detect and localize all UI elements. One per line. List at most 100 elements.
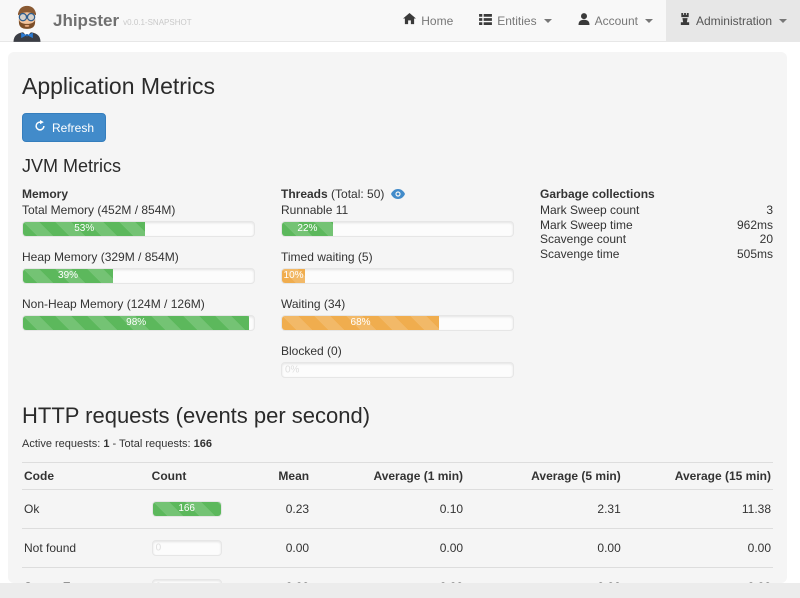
mean-cell: 0.00 [259,568,312,584]
avg15-cell: 11.38 [623,490,773,529]
code-cell: Server Error [22,568,150,584]
navbar: Jhipster v0.0.1-SNAPSHOT Home Entities A… [0,0,800,42]
gc-label: Scavenge count [540,232,626,247]
avg15-cell: 0.00 [623,568,773,584]
progress-bar-value: 53% [74,222,94,236]
nav-item-label: Account [595,14,638,28]
threads-title: Threads (Total: 50) [281,187,514,202]
gc-label: Mark Sweep time [540,218,633,233]
total-memory-label: Total Memory (452M / 854M) [22,203,255,218]
nav-item-home[interactable]: Home [390,0,466,41]
gc-value: 505ms [737,247,773,262]
http-requests-table: Code Count Mean Average (1 min) Average … [22,462,773,583]
blocked-progress: 0% [281,362,514,378]
gc-title: Garbage collections [540,187,773,202]
nav-item-entities[interactable]: Entities [466,0,564,41]
gc-label: Mark Sweep count [540,203,639,218]
progress-bar-value: 98% [126,316,146,330]
count-progress: 166 [152,501,222,517]
count-cell: 0 [150,568,259,584]
gc-value: 962ms [737,218,773,233]
avg5-cell: 0.00 [465,568,623,584]
gc-value: 3 [766,203,773,218]
code-cell: Not found [22,529,150,568]
avg5-cell: 2.31 [465,490,623,529]
nav-item-account[interactable]: Account [565,0,666,41]
gc-column: Garbage collections Mark Sweep count 3 M… [540,184,773,378]
table-row-server-error: Server Error 0 0.00 0.00 0.00 0.00 [22,568,773,584]
gc-row: Scavenge time 505ms [540,247,773,262]
user-icon [578,13,590,28]
jhipster-avatar-icon [9,4,45,42]
progress-bar-fill: 68% [282,316,439,330]
eye-icon[interactable] [388,187,405,201]
progress-bar-value: 0% [285,365,299,376]
list-icon [479,14,492,28]
table-header-row: Code Count Mean Average (1 min) Average … [22,463,773,490]
nav-item-label: Entities [497,14,536,28]
heap-memory-label: Heap Memory (329M / 854M) [22,250,255,265]
jvm-metrics-grid: Memory Total Memory (452M / 854M) 53% He… [22,184,773,378]
avg15-cell: 0.00 [623,529,773,568]
timed-waiting-label: Timed waiting (5) [281,250,514,265]
avg5-cell: 0.00 [465,529,623,568]
memory-column: Memory Total Memory (452M / 854M) 53% He… [22,184,255,378]
page-title: Application Metrics [22,73,773,100]
progress-bar-value: 22% [297,222,317,236]
threads-column: Threads (Total: 50) Runnable 11 22% Time… [281,184,514,378]
runnable-label: Runnable 11 [281,203,514,218]
column-header-avg15: Average (15 min) [623,463,773,490]
gc-row: Mark Sweep time 962ms [540,218,773,233]
active-requests-label: Active requests: [22,438,100,450]
gc-row: Scavenge count 20 [540,232,773,247]
runnable-progress: 22% [281,221,514,237]
page-background-band [0,583,800,598]
http-requests-title: HTTP requests (events per second) [22,403,773,429]
progress-bar-value: 10% [284,269,304,283]
table-row-not-found: Not found 0 0.00 0.00 0.00 0.00 [22,529,773,568]
mean-cell: 0.00 [259,529,312,568]
progress-bar-fill: 22% [282,222,333,236]
home-icon [403,13,416,28]
total-memory-progress: 53% [22,221,255,237]
heap-memory-progress: 39% [22,268,255,284]
count-cell: 0 [150,529,259,568]
gc-row: Mark Sweep count 3 [540,203,773,218]
gc-label: Scavenge time [540,247,619,262]
nonheap-memory-label: Non-Heap Memory (124M / 126M) [22,297,255,312]
nav-item-administration[interactable]: Administration [666,0,800,41]
main-content: Application Metrics Refresh JVM Metrics … [8,52,787,583]
chevron-down-icon [779,19,787,23]
progress-bar-fill: 166 [153,502,221,516]
waiting-label: Waiting (34) [281,297,514,312]
brand[interactable]: Jhipster v0.0.1-SNAPSHOT [0,0,192,42]
code-cell: Ok [22,490,150,529]
column-header-avg1: Average (1 min) [311,463,465,490]
progress-bar-fill: 10% [282,269,305,283]
column-header-mean: Mean [259,463,312,490]
progress-bar-fill: 53% [23,222,145,236]
waiting-progress: 68% [281,315,514,331]
mean-cell: 0.23 [259,490,312,529]
total-requests-value: 166 [194,438,212,450]
avg1-cell: 0.00 [311,568,465,584]
memory-title: Memory [22,187,255,202]
jvm-metrics-title: JVM Metrics [22,156,773,177]
chevron-down-icon [645,19,653,23]
progress-bar-value: 0 [156,543,162,554]
nonheap-memory-progress: 98% [22,315,255,331]
threads-total-label: (Total: 50) [331,187,384,201]
refresh-icon [34,120,46,135]
refresh-button[interactable]: Refresh [22,113,106,142]
chevron-down-icon [544,19,552,23]
timed-waiting-progress: 10% [281,268,514,284]
progress-bar-fill: 39% [23,269,113,283]
column-header-avg5: Average (5 min) [465,463,623,490]
column-header-code: Code [22,463,150,490]
requests-summary: Active requests: 1 - Total requests: 166 [22,438,773,450]
count-progress: 0 [152,540,222,556]
column-header-count: Count [150,463,259,490]
progress-bar-value: 39% [58,269,78,283]
nav-menu: Home Entities Account Administration [390,0,800,41]
blocked-label: Blocked (0) [281,344,514,359]
